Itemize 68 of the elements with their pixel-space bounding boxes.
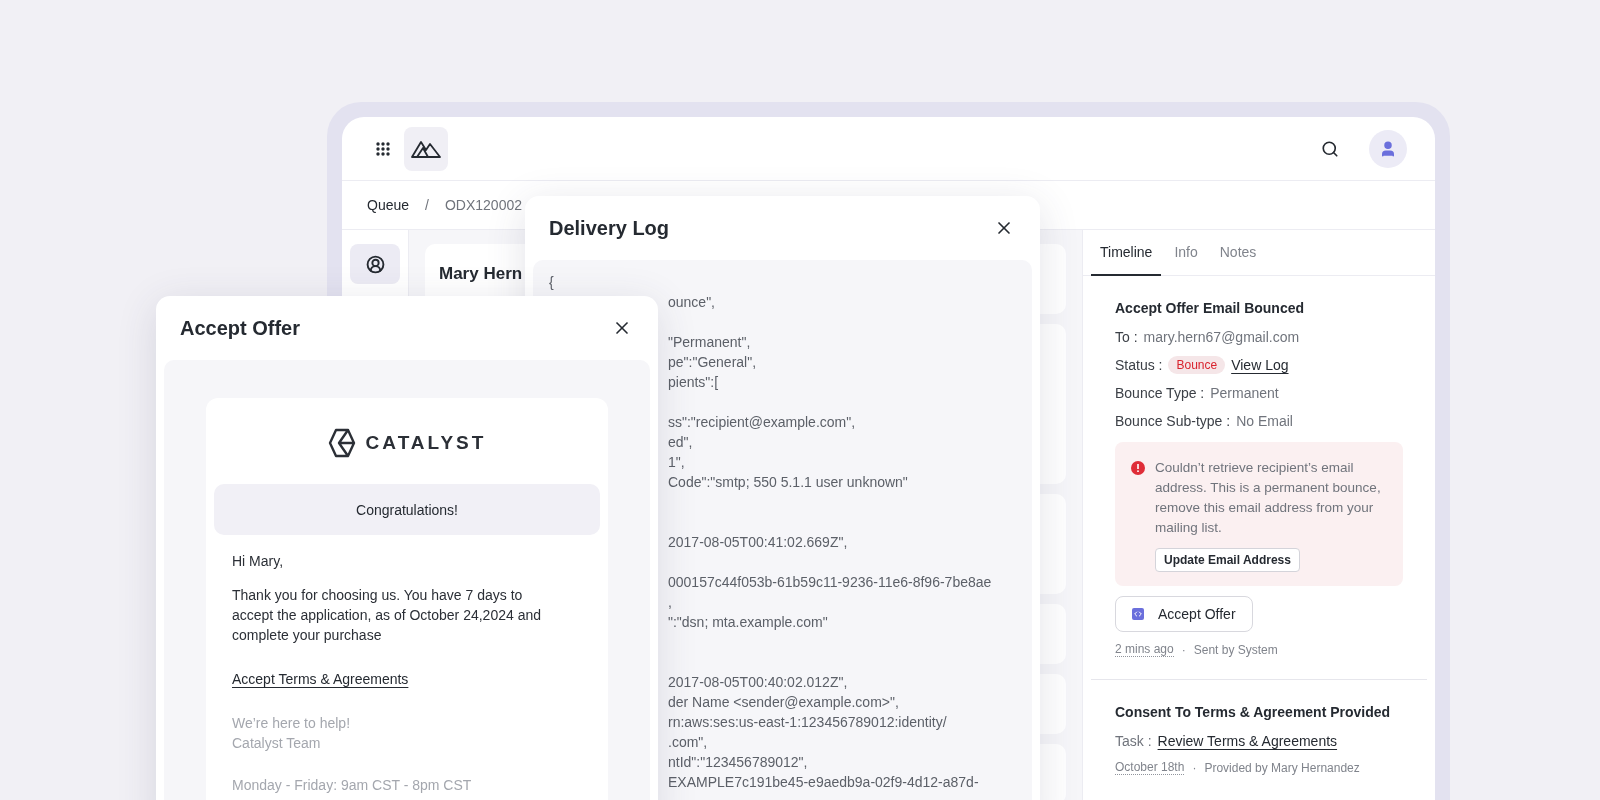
code-line: 2017-08-05T00:41:02.669Z", (667, 533, 849, 552)
meta-separator: · (1181, 642, 1186, 657)
event-time: 2 mins ago (1115, 642, 1174, 657)
task-link[interactable]: Review Terms & Agreements (1157, 733, 1338, 749)
event-source: Provided by Mary Hernandez (1204, 760, 1360, 775)
field-value: Permanent (1210, 385, 1279, 401)
status-badge: Bounce (1168, 356, 1226, 374)
greeting-text: Hi Mary, (232, 552, 285, 571)
rail-button[interactable] (350, 244, 400, 284)
breadcrumb-item[interactable]: Queue (367, 197, 410, 213)
code-line: ounce", (667, 293, 716, 312)
terms-link[interactable]: Accept Terms & Agreements (232, 671, 409, 687)
view-log-link[interactable]: View Log (1231, 357, 1289, 373)
code-line: rn:aws:ses:us-east-1:123456789012:identity/ (667, 713, 948, 732)
field-label: To : (1115, 329, 1138, 345)
panel-tab[interactable]: Notes (1210, 230, 1266, 276)
field-label: Bounce Type : (1115, 385, 1205, 401)
hexagon-logo-icon (327, 428, 356, 458)
signoff-text: Catalyst Team (232, 734, 322, 753)
dialog-title: Accept Offer (180, 316, 301, 340)
breadcrumb-item[interactable]: ODX120002 (444, 197, 522, 213)
user-circle-icon (365, 254, 385, 274)
brand-name: CATALYST (365, 432, 487, 454)
code-line: ss":"recipient@example.com", (667, 413, 857, 432)
field-label: Status : (1115, 357, 1163, 373)
code-line: pients":[ (667, 373, 720, 392)
accept-offer-button[interactable]: Accept Offer (1115, 596, 1253, 632)
congratulations-banner: Congratulations! (214, 484, 600, 535)
dialog-title: Delivery Log (549, 216, 670, 240)
panel-tab[interactable]: Info (1165, 230, 1207, 276)
mountains-logo-icon (411, 138, 441, 159)
field-label: Task : (1115, 733, 1152, 749)
user-avatar[interactable] (1369, 129, 1407, 168)
panel-tab[interactable]: Timeline (1091, 230, 1162, 276)
code-icon (1132, 608, 1144, 620)
event-title: Consent To Terms & Agreement Provided (1115, 704, 1392, 720)
code-line: 000157c44f053b-61b59c11-9236-11e6-8f96-7be8ae (667, 573, 993, 592)
field-label: Bounce Sub-type : (1115, 413, 1231, 429)
code-line: 1", (667, 453, 686, 472)
apps-grid-icon[interactable] (376, 141, 390, 156)
support-hours-text: Monday - Friday: 9am CST - 8pm CST (232, 776, 473, 795)
code-line: Code":"smtp; 550 5.1.1 user unknown" (667, 473, 909, 492)
signoff-text: We’re here to help! (232, 714, 352, 733)
code-line: , (667, 593, 673, 612)
event-title: Accept Offer Email Bounced (1115, 300, 1306, 316)
event-time: October 18th (1115, 760, 1185, 775)
code-line: pe":"General", (667, 353, 758, 372)
code-line: "Permanent", (667, 333, 752, 352)
alert-message: Couldn’t retrieve recipient’s email address. This is a permanent bounce, remove this email address from your mailing list. (1155, 459, 1382, 537)
logo-tile[interactable] (404, 126, 448, 171)
code-line: 2017-08-05T00:40:02.012Z", (667, 673, 849, 692)
code-line: EXAMPLE7c191be45-e9aedb9a-02f9-4d12-a87d- (667, 773, 980, 792)
event-source: Sent by System (1193, 642, 1278, 657)
code-line: .com", (667, 733, 709, 752)
email-body-text: Thank you for choosing us. You have 7 days to accept the application, as of October 24,2024 and complete your purchase (232, 586, 542, 645)
code-line: der Name <sender@example.com>", (667, 693, 900, 712)
person-icon (1379, 139, 1397, 158)
meta-separator: · (1192, 760, 1197, 775)
code-line: ":"dsn; mta.example.com" (667, 613, 829, 632)
field-value: No Email (1236, 413, 1293, 429)
search-icon[interactable] (1321, 139, 1339, 158)
update-email-button[interactable]: Update Email Address (1155, 548, 1300, 572)
code-line: { (549, 273, 555, 292)
breadcrumb-separator: / (425, 197, 429, 213)
code-line: ed", (667, 433, 694, 452)
customer-name: Mary Hern (439, 264, 523, 284)
code-line: ntId":"123456789012", (667, 753, 809, 772)
error-icon (1131, 461, 1145, 475)
